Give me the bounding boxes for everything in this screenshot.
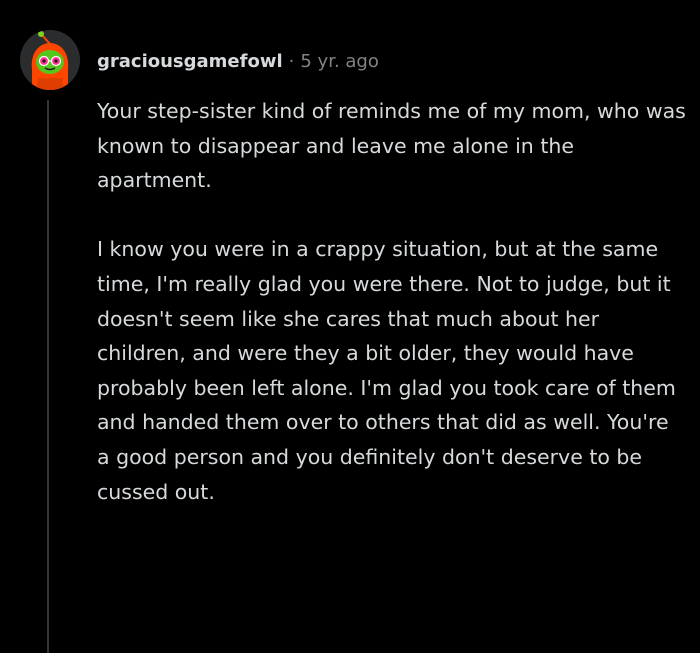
- meta-separator: ·: [288, 50, 295, 72]
- comment: graciousgamefowl · 5 yr. ago Your step-s…: [0, 0, 700, 653]
- comment-header: graciousgamefowl · 5 yr. ago: [97, 46, 379, 76]
- comment-paragraph-1: Your step-sister kind of reminds me of m…: [97, 99, 686, 193]
- comment-body: Your step-sister kind of reminds me of m…: [97, 94, 687, 509]
- thread-line[interactable]: [47, 100, 49, 653]
- snoo-avatar-icon: [20, 30, 80, 90]
- comment-paragraph-2: I know you were in a crappy situation, b…: [97, 237, 676, 504]
- user-avatar[interactable]: [20, 30, 80, 90]
- comment-timestamp[interactable]: 5 yr. ago: [300, 51, 379, 72]
- author-username[interactable]: graciousgamefowl: [97, 51, 283, 72]
